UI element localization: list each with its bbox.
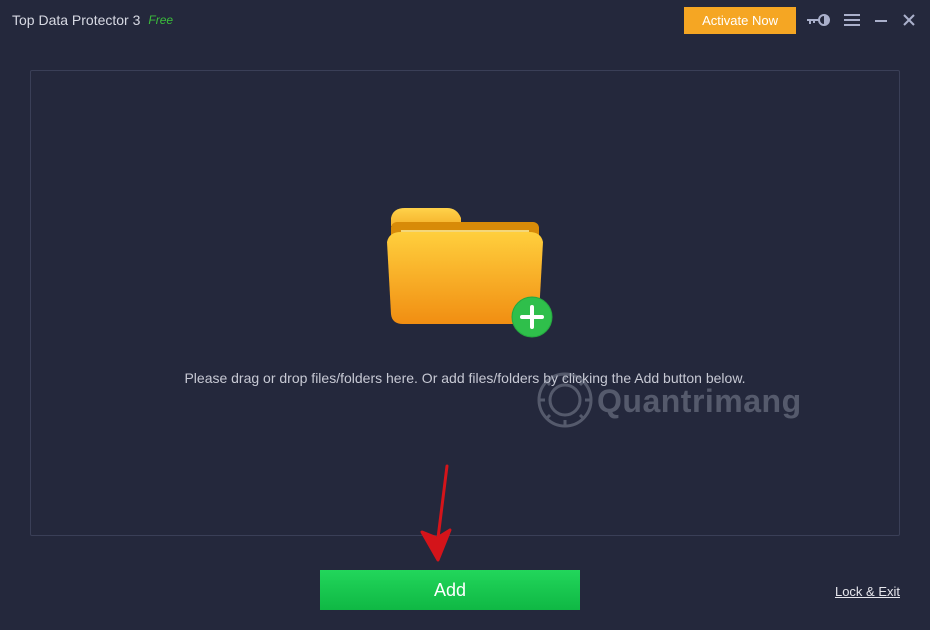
close-icon[interactable] [902, 13, 916, 27]
edition-label: Free [148, 13, 173, 27]
add-button[interactable]: Add [320, 570, 580, 610]
lock-exit-link[interactable]: Lock & Exit [835, 584, 900, 599]
drop-area[interactable]: Please drag or drop files/folders here. … [30, 70, 900, 536]
folder-illustration [385, 200, 545, 330]
instruction-text: Please drag or drop files/folders here. … [184, 370, 745, 386]
activate-button[interactable]: Activate Now [684, 7, 796, 34]
minimize-icon[interactable] [874, 13, 888, 27]
menu-icon[interactable] [844, 13, 860, 27]
key-icon[interactable] [806, 13, 830, 27]
add-plus-badge[interactable] [511, 296, 553, 338]
app-title: Top Data Protector 3 [12, 12, 140, 28]
titlebar: Top Data Protector 3 Free Activate Now [0, 0, 930, 40]
